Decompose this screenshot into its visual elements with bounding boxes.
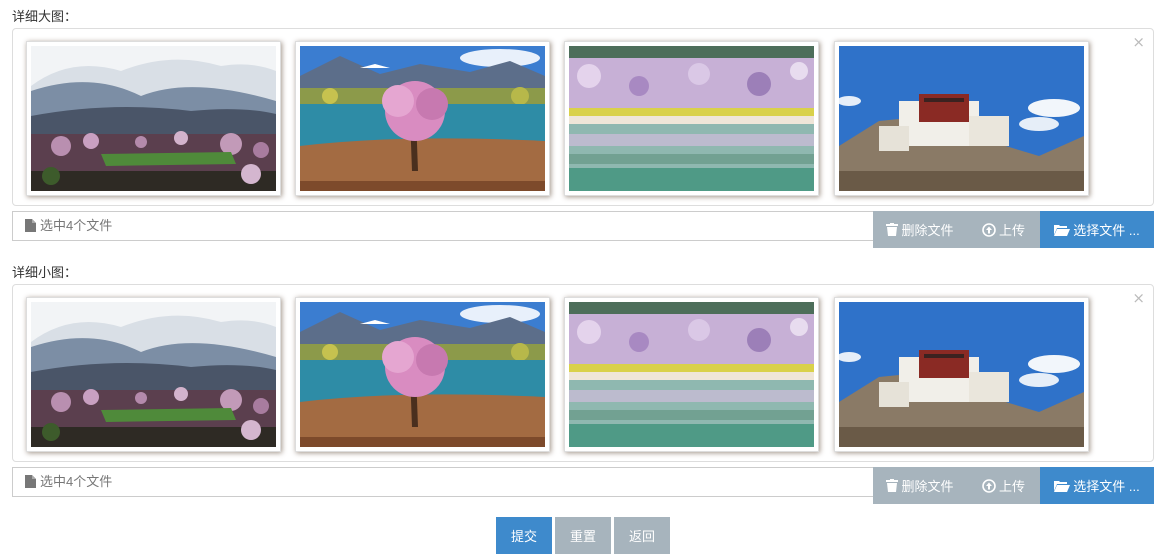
- reset-button[interactable]: 重置: [555, 517, 611, 554]
- large-thumbnail-4: [834, 41, 1089, 196]
- large-images-preview: ×: [12, 28, 1154, 206]
- large-browse-files-label: 选择文件 ...: [1073, 223, 1140, 238]
- trash-icon: [886, 479, 899, 492]
- small-remove-files-label: 删除文件: [901, 479, 954, 494]
- small-browse-files-label: 选择文件 ...: [1073, 479, 1140, 494]
- file-icon: [25, 219, 36, 232]
- pink-tree-lake-image: [300, 302, 545, 447]
- small-thumbnail-4: [834, 297, 1089, 452]
- pink-tree-lake-image: [300, 46, 545, 191]
- large-preview-close-icon[interactable]: ×: [1132, 33, 1145, 51]
- large-browse-files-button[interactable]: 选择文件 ...: [1040, 211, 1154, 248]
- small-browse-files-button[interactable]: 选择文件 ...: [1040, 467, 1154, 504]
- small-thumbnail-3: [564, 297, 819, 452]
- large-file-caption[interactable]: 选中4个文件: [12, 211, 874, 241]
- small-upload-button[interactable]: 上传: [967, 467, 1040, 504]
- large-remove-files-label: 删除文件: [901, 223, 954, 238]
- snow-mountain-blossom-image: [31, 46, 276, 191]
- back-button[interactable]: 返回: [614, 517, 670, 554]
- palace-hill-image: [839, 302, 1084, 447]
- upload-circle-icon: [982, 222, 996, 237]
- large-remove-files-button[interactable]: 删除文件: [873, 211, 967, 248]
- small-preview-close-icon[interactable]: ×: [1132, 289, 1145, 307]
- palace-hill-image: [839, 46, 1084, 191]
- large-file-input-group: 选中4个文件 删除文件 上传 选择文件 ...: [12, 211, 1154, 248]
- large-upload-label: 上传: [998, 223, 1025, 238]
- small-thumbnail-2: [295, 297, 550, 452]
- blossom-reflection-image: [569, 46, 814, 191]
- large-images-label: 详细大图：: [12, 9, 78, 24]
- upload-circle-icon: [982, 478, 996, 493]
- large-file-caption-text: 选中4个文件: [40, 218, 113, 233]
- folder-open-icon: [1054, 480, 1071, 492]
- small-thumbnail-1: [26, 297, 281, 452]
- snow-mountain-blossom-image: [31, 302, 276, 447]
- blossom-reflection-image: [569, 302, 814, 447]
- trash-icon: [886, 223, 899, 236]
- small-file-input-group: 选中4个文件 删除文件 上传 选择文件 ...: [12, 467, 1154, 504]
- large-upload-button[interactable]: 上传: [967, 211, 1040, 248]
- small-remove-files-button[interactable]: 删除文件: [873, 467, 967, 504]
- large-thumbnail-3: [564, 41, 819, 196]
- small-file-caption[interactable]: 选中4个文件: [12, 467, 874, 497]
- large-thumbnail-2: [295, 41, 550, 196]
- large-thumbnail-1: [26, 41, 281, 196]
- small-file-caption-text: 选中4个文件: [40, 474, 113, 489]
- small-images-preview: ×: [12, 284, 1154, 462]
- small-upload-label: 上传: [998, 479, 1025, 494]
- small-images-label: 详细小图：: [12, 265, 78, 280]
- folder-open-icon: [1054, 224, 1071, 236]
- submit-button[interactable]: 提交: [496, 517, 552, 554]
- file-icon: [25, 475, 36, 488]
